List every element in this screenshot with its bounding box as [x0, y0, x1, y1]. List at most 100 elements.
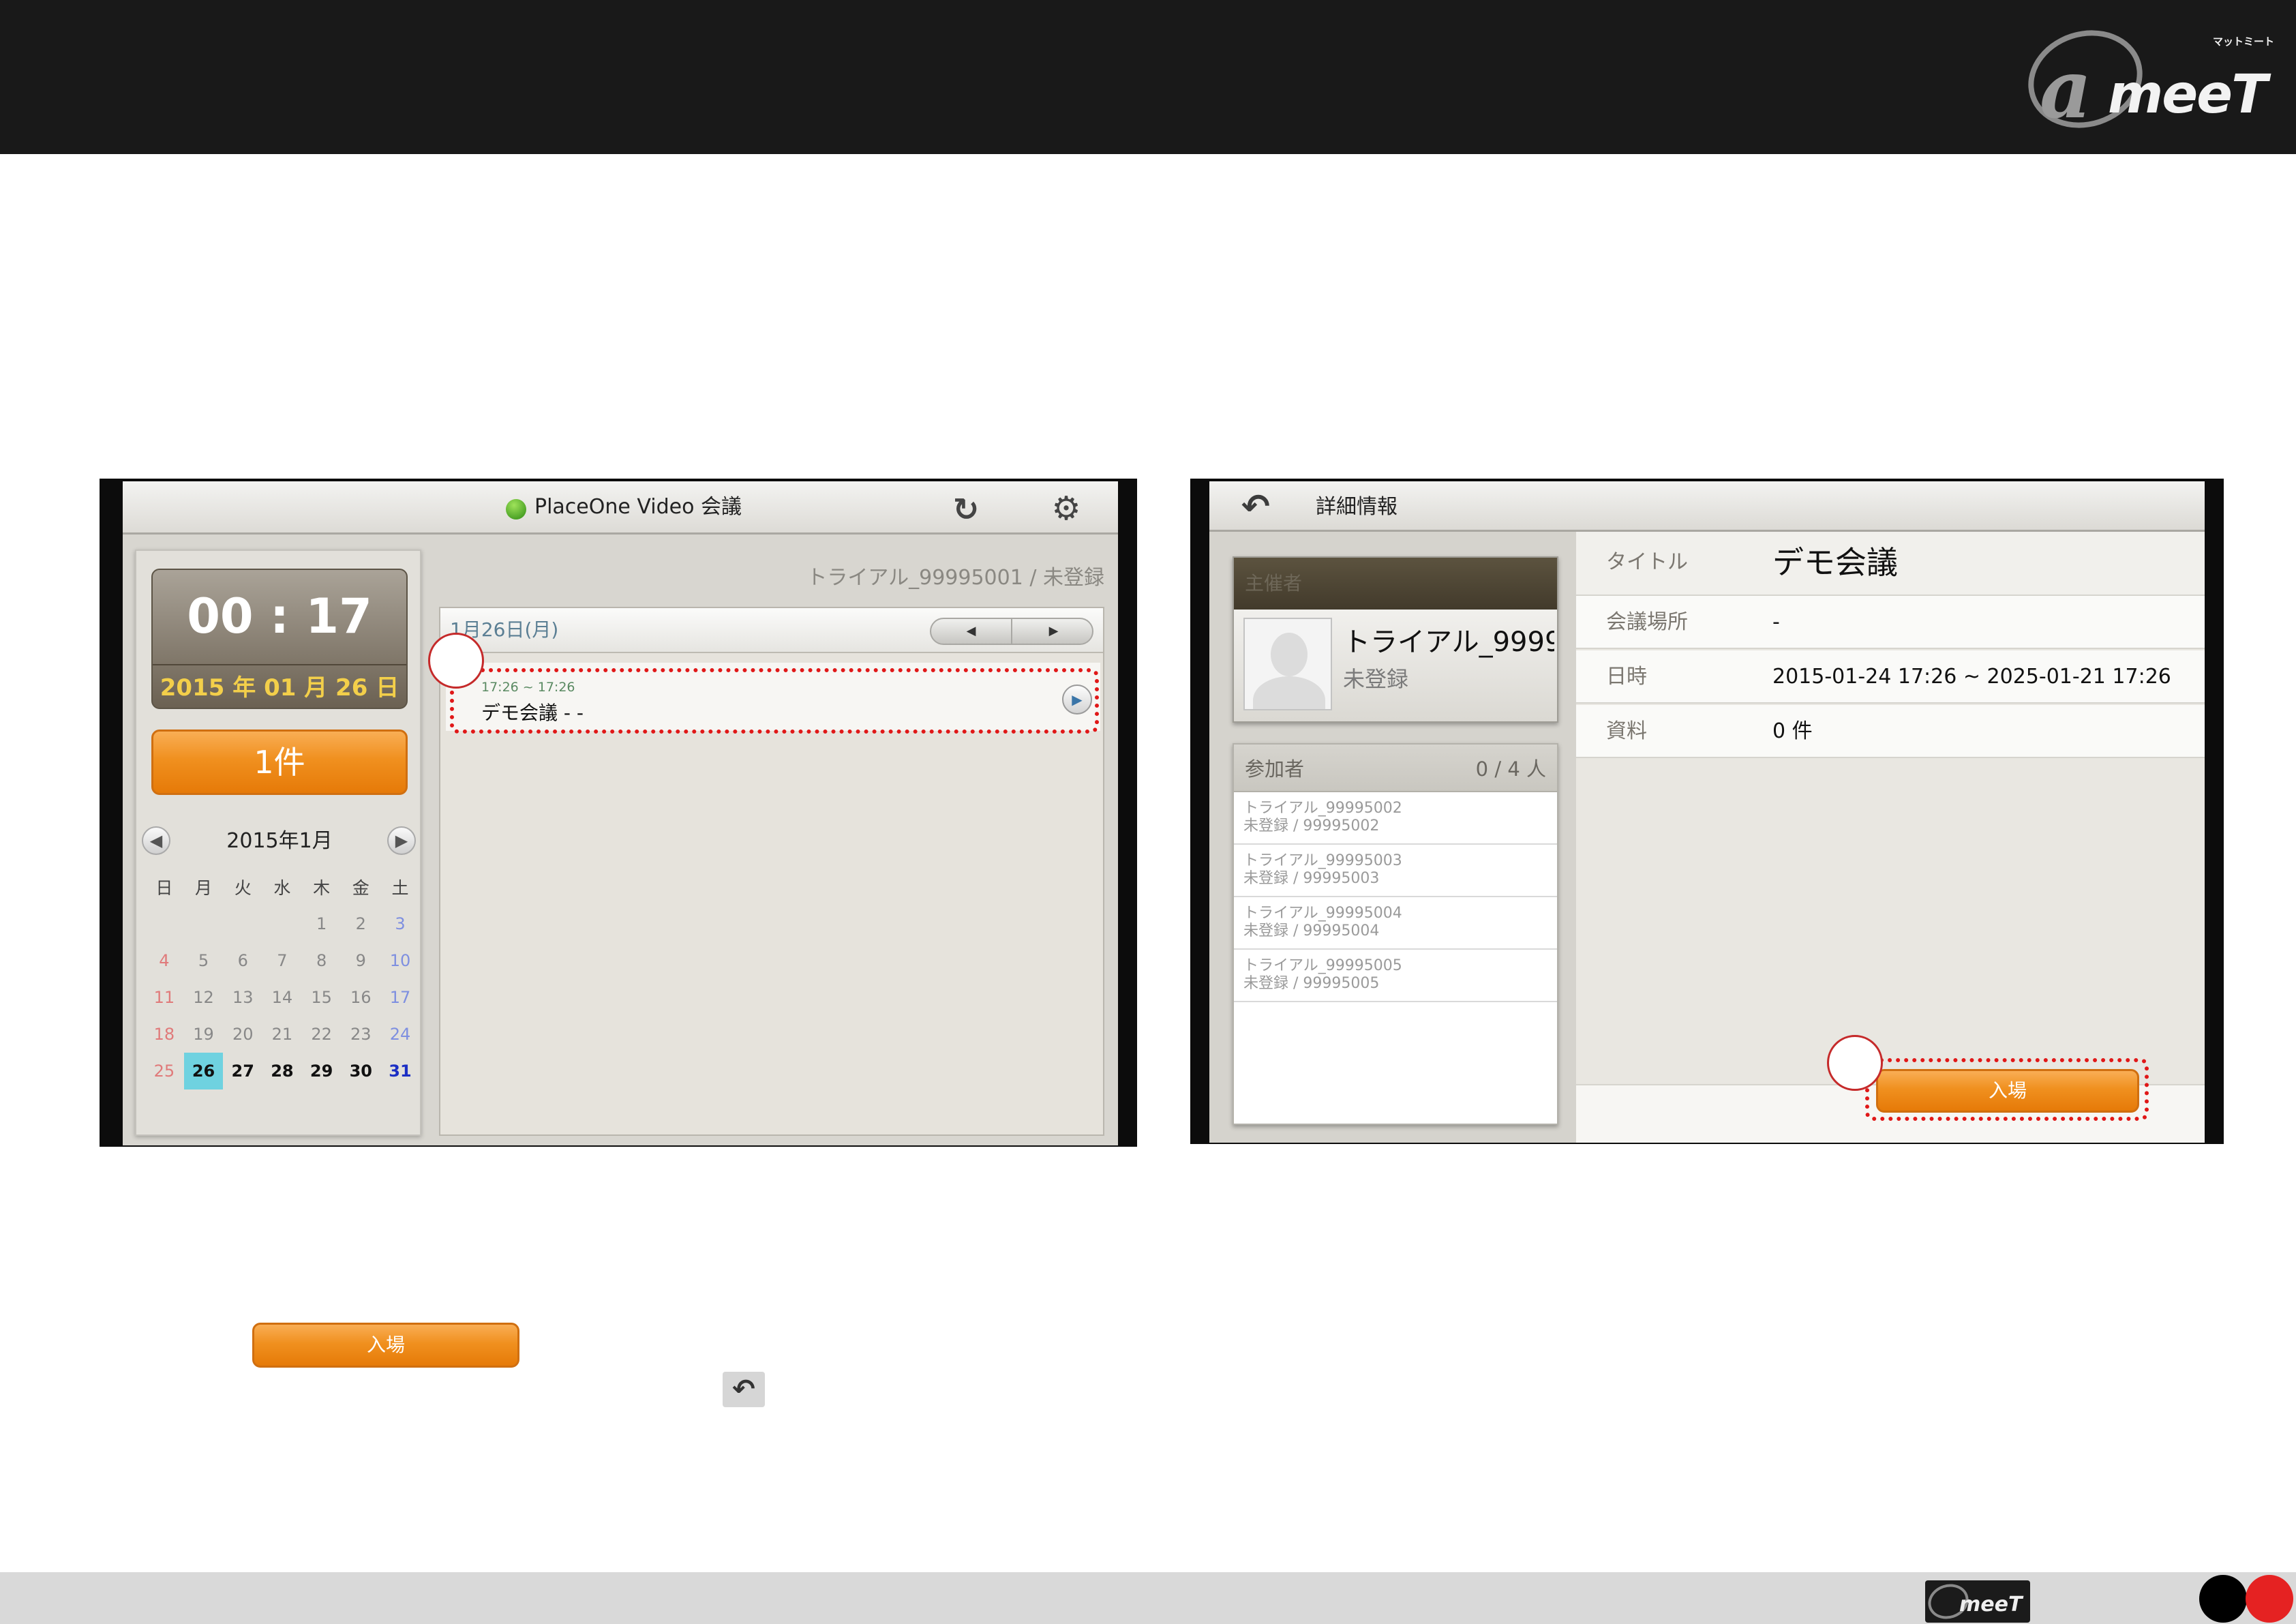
refresh-icon[interactable]: ↻	[948, 491, 984, 528]
detail-header: ↶ 詳細情報	[1209, 481, 2205, 532]
date-pager: ◀ ▶	[930, 618, 1093, 645]
detail-title-value: デモ会議	[1772, 544, 1898, 581]
detail-place-label: 会議場所	[1606, 610, 1688, 634]
participant-sub: 未登録 / 99995005	[1243, 975, 1380, 992]
weekday-label: 土	[391, 878, 409, 898]
calendar-day[interactable]: 19	[184, 1016, 224, 1053]
calendar-day[interactable]: 2	[341, 905, 380, 942]
meeting-count-button[interactable]: 1件	[151, 730, 408, 795]
participant-name: トライアル_99995005	[1243, 957, 1402, 974]
calendar-day[interactable]: 28	[262, 1053, 302, 1089]
detail-place-row: 会議場所 -	[1576, 596, 2205, 649]
calendar-day[interactable]: 31	[380, 1053, 420, 1089]
decor-circle-black	[2199, 1575, 2247, 1623]
host-name: トライアル_99995001	[1343, 627, 1554, 658]
meeting-list-header: 1月26日(月) ◀ ▶	[440, 608, 1103, 653]
calendar-day[interactable]: 25	[145, 1053, 184, 1089]
status-dot-icon	[506, 499, 526, 520]
calendar-day[interactable]: 15	[302, 979, 342, 1016]
detail-datetime-row: 日時 2015-01-24 17:26 ~ 2025-01-21 17:26	[1576, 650, 2205, 704]
detail-docs-row[interactable]: 資料 0 件	[1576, 705, 2205, 758]
calendar-week-row: 18 19 20 21 22 23 24	[145, 1016, 420, 1053]
avatar-body	[1253, 676, 1325, 709]
calendar-grid: 日 月 火 水 木 金 土 1 2 3 4 5 6 7 8 9 10 11 12 13 14 15 16 17 1…	[145, 871, 420, 1089]
participant-name: トライアル_99995004	[1243, 905, 1402, 922]
step-marker	[1827, 1035, 1883, 1091]
footer-logo: meeT	[1925, 1580, 2030, 1623]
host-status: 未登録	[1343, 666, 1409, 692]
footer-bar: meeT	[0, 1572, 2296, 1624]
participant-sub: 未登録 / 99995002	[1243, 817, 1380, 834]
weekday-label: 金	[352, 878, 369, 898]
calendar-day[interactable]: 21	[262, 1016, 302, 1053]
calendar-week-row: 123	[145, 905, 420, 942]
calendar-day[interactable]: 16	[341, 979, 380, 1016]
calendar-day[interactable]: 18	[145, 1016, 184, 1053]
logo-at-mark: a	[2040, 42, 2092, 136]
participant-sub: 未登録 / 99995003	[1243, 870, 1380, 887]
calendar-week-row: 11 12 13 14 15 16 17	[145, 979, 420, 1016]
host-card: 主催者 トライアル_99995001 未登録	[1233, 556, 1558, 723]
ameet-logo: a meeT マットミート	[2015, 16, 2280, 142]
clock-time: 00 : 17	[187, 588, 372, 644]
meeting-detail-screenshot: ↶ 詳細情報 主催者 トライアル_99995001 未登録 参加者 0 / 4 …	[1190, 479, 2224, 1144]
calendar-empty-day	[262, 905, 302, 942]
participant-row[interactable]: トライアル_99995004 未登録 / 99995004	[1234, 897, 1557, 950]
pager-prev-button[interactable]: ◀	[931, 619, 1012, 644]
calendar-month: 2015年1月	[226, 829, 333, 853]
calendar-day[interactable]: 9	[341, 942, 380, 979]
calendar-day[interactable]: 1	[302, 905, 342, 942]
calendar-day[interactable]: 30	[341, 1053, 380, 1089]
participant-row[interactable]: トライアル_99995005 未登録 / 99995005	[1234, 950, 1557, 1002]
participants-header: 参加者 0 / 4 人	[1234, 745, 1557, 792]
weekday-label: 水	[273, 878, 291, 898]
calendar-day[interactable]: 23	[341, 1016, 380, 1053]
participants-count: 0 / 4 人	[1475, 757, 1546, 781]
weekday-label: 火	[234, 878, 252, 898]
detail-place-value: -	[1772, 610, 1780, 634]
calendar-day[interactable]: 10	[380, 942, 420, 979]
calendar-day[interactable]: 8	[302, 942, 342, 979]
calendar-day[interactable]: 29	[302, 1053, 342, 1089]
calendar-day[interactable]: 14	[262, 979, 302, 1016]
pager-next-button[interactable]: ▶	[1013, 619, 1094, 644]
calendar-day[interactable]: 27	[223, 1053, 262, 1089]
participants-panel: 参加者 0 / 4 人 トライアル_99995002 未登録 / 9999500…	[1233, 743, 1558, 1125]
back-arrow-icon[interactable]: ↶	[1235, 488, 1276, 525]
legend-enter-button: 入場	[252, 1323, 519, 1368]
participant-row[interactable]: トライアル_99995002 未登録 / 99995002	[1234, 792, 1557, 845]
calendar-weekday-row: 日 月 火 水 木 金 土	[145, 871, 420, 905]
enter-button[interactable]: 入場	[1876, 1069, 2139, 1113]
step-marker	[428, 633, 484, 689]
top-banner: a meeT マットミート	[0, 0, 2296, 154]
decor-circle-red	[2246, 1575, 2293, 1623]
gear-icon[interactable]: ⚙	[1047, 490, 1085, 528]
detail-title-row: タイトル デモ会議	[1576, 532, 2205, 596]
participant-sub: 未登録 / 99995004	[1243, 922, 1380, 939]
weekday-label: 月	[195, 878, 213, 898]
calendar-day[interactable]: 7	[262, 942, 302, 979]
participant-row[interactable]: トライアル_99995003 未登録 / 99995003	[1234, 845, 1557, 897]
calendar-day[interactable]: 4	[145, 942, 184, 979]
host-label: 主催者	[1245, 572, 1303, 595]
calendar-day[interactable]: 13	[223, 979, 262, 1016]
calendar-day[interactable]: 5	[184, 942, 224, 979]
detail-panel: タイトル デモ会議 会議場所 - 日時 2015-01-24 17:26 ~ 2…	[1576, 532, 2205, 1143]
calendar-day[interactable]: 26	[183, 1053, 224, 1089]
calendar-day[interactable]: 22	[302, 1016, 342, 1053]
clock-divider	[153, 664, 406, 665]
participant-name: トライアル_99995003	[1243, 852, 1402, 869]
left-panel: 00 : 17 2015 年 01 月 26 日 月 1件 ◀ 2015年1月 …	[135, 550, 421, 1136]
participants-label: 参加者	[1245, 757, 1305, 781]
calendar-day[interactable]: 24	[380, 1016, 420, 1053]
calendar-day[interactable]: 20	[223, 1016, 262, 1053]
calendar-day[interactable]: 12	[184, 979, 224, 1016]
app-header: PlaceOne Video 会議 ↻ ⚙	[123, 481, 1118, 535]
play-icon[interactable]: ▶	[1062, 685, 1092, 715]
calendar-empty-day	[184, 905, 224, 942]
calendar-day[interactable]: 11	[145, 979, 184, 1016]
calendar-day[interactable]: 3	[380, 905, 420, 942]
calendar-day[interactable]: 6	[223, 942, 262, 979]
calendar-day[interactable]: 17	[380, 979, 420, 1016]
calendar-next-button[interactable]: ▶	[387, 826, 416, 855]
